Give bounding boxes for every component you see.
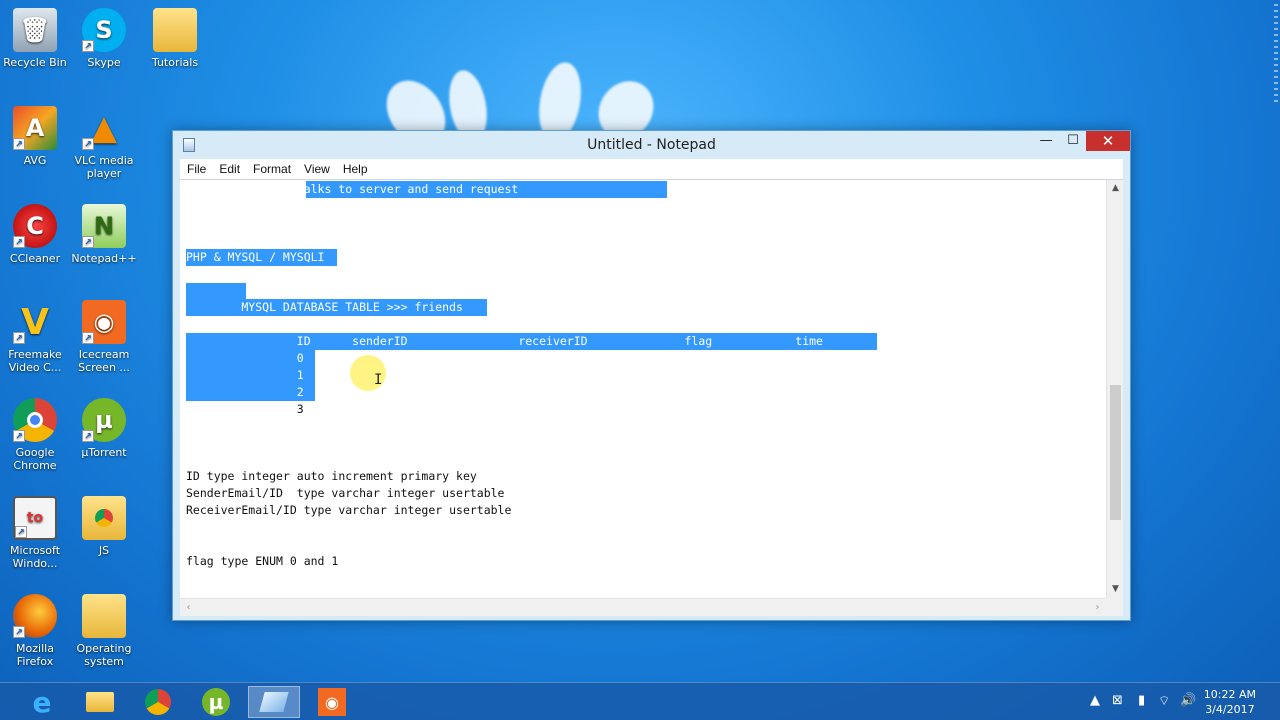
desktop-icon-label: Recycle Bin: [3, 56, 67, 69]
selection-highlight: [186, 283, 246, 300]
notepad-window[interactable]: Untitled - Notepad — ☐ ✕ File Edit Forma…: [172, 130, 1131, 621]
desktop-icon-operating-system[interactable]: Operating system: [69, 594, 139, 668]
desktop-icon-label: Tutorials: [151, 56, 199, 69]
battery-icon[interactable]: ▮: [1138, 693, 1145, 708]
system-clock[interactable]: 10:22 AM 3/4/2017: [1204, 687, 1256, 717]
notepadpp-icon: N ↗: [82, 204, 126, 248]
tray-overflow-icon[interactable]: ▲: [1090, 693, 1100, 708]
text-line: ID senderID receiverID flag time: [186, 334, 823, 348]
desktop-icon-label: Google Chrome: [13, 446, 57, 472]
taskbar: e µ ◉ ▲ ⊠ ▮ ⌔ 🔊 10:22 AM 3/4/2017: [0, 682, 1280, 720]
desktop-icon-label: VLC media player: [74, 154, 134, 180]
menu-edit[interactable]: Edit: [219, 162, 240, 176]
taskbar-icecream-icon[interactable]: ◉: [306, 686, 358, 718]
menu-format[interactable]: Format: [253, 162, 291, 176]
desktop-icon-freemake[interactable]: V ↗ Freemake Video C...: [0, 300, 70, 374]
text-line: ReceiverEmail/ID type varchar integer us…: [186, 503, 512, 517]
text-line: 3: [186, 402, 304, 416]
ccleaner-icon: C ↗: [13, 204, 57, 248]
desktop-icon-label: Mozilla Firefox: [16, 642, 54, 668]
text-line: 2: [186, 385, 304, 399]
desktop-icon-firefox[interactable]: ↗ Mozilla Firefox: [0, 594, 70, 668]
avg-icon: A ↗: [13, 106, 57, 150]
utorrent-icon: µ ↗: [82, 398, 126, 442]
menu-view[interactable]: View: [304, 162, 330, 176]
clock-date: 3/4/2017: [1205, 703, 1255, 716]
network-icon[interactable]: ⊠: [1112, 693, 1123, 708]
desktop-icon-tutorials[interactable]: Tutorials: [140, 8, 210, 69]
minimize-button[interactable]: —: [1032, 131, 1060, 151]
text-line: PHP & MYSQL / MYSQLI: [186, 250, 325, 264]
desktop-icon-label: Freemake Video C...: [8, 348, 62, 374]
freemake-icon: V ↗: [13, 300, 57, 344]
ibeam-cursor-icon: I: [374, 372, 383, 388]
text-editor[interactable]: talks to server and send request PHP & M…: [180, 179, 1123, 616]
text-area[interactable]: talks to server and send request PHP & M…: [180, 180, 1106, 598]
scroll-down-arrow-icon[interactable]: ▼: [1107, 581, 1124, 598]
taskbar-chrome-icon[interactable]: [132, 686, 184, 718]
taskbar-notepad-icon[interactable]: [248, 686, 300, 718]
scrollbar-thumb[interactable]: [1110, 385, 1121, 520]
skype-icon: S ↗: [82, 8, 126, 52]
desktop-icon-label: JS: [98, 544, 110, 557]
desktop-icon-ccleaner[interactable]: C ↗ CCleaner: [0, 204, 70, 265]
text-line: SenderEmail/ID type varchar integer user…: [186, 486, 505, 500]
desktop-icon-skype[interactable]: S ↗ Skype: [69, 8, 139, 69]
taskbar-utorrent-icon[interactable]: µ: [190, 686, 242, 718]
scrollbar-corner: [1106, 598, 1123, 616]
desktop-icon-avg[interactable]: A ↗ AVG: [0, 106, 70, 167]
desktop-icon-windows-movie[interactable]: to ↗ Microsoft Windo...: [0, 496, 70, 570]
chrome-icon: ↗: [13, 398, 57, 442]
desktop-icon-notepadpp[interactable]: N ↗ Notepad++: [69, 204, 139, 265]
scroll-up-arrow-icon[interactable]: ▲: [1107, 180, 1124, 197]
close-button[interactable]: ✕: [1086, 131, 1130, 151]
desktop-icon-label: AVG: [23, 154, 47, 167]
desktop-icon-vlc[interactable]: ▲ ↗ VLC media player: [69, 106, 139, 181]
desktop-icon-chrome[interactable]: ↗ Google Chrome: [0, 398, 70, 472]
text-line: talks to server and send request: [186, 182, 519, 196]
text-line: 1: [186, 368, 304, 382]
desktop-edge-grip: [1272, 0, 1280, 682]
wifi-icon[interactable]: ⌔: [1158, 693, 1170, 709]
desktop-icon-icecream[interactable]: ◉ ↗ Icecream Screen ...: [69, 300, 139, 374]
folder-chrome-icon: [82, 496, 126, 540]
text-line: ID type integer auto increment primary k…: [186, 469, 477, 483]
folder-icon: [82, 594, 126, 638]
text-line: flag type ENUM 0 and 1: [186, 554, 339, 568]
folder-icon: [153, 8, 197, 52]
desktop-icon-label: µTorrent: [81, 446, 127, 459]
vertical-scrollbar[interactable]: ▲ ▼: [1106, 180, 1123, 598]
clock-time: 10:22 AM: [1203, 688, 1256, 701]
menu-bar: File Edit Format View Help: [180, 159, 1123, 179]
desktop-icon-label: CCleaner: [9, 252, 61, 265]
desktop-icon-label: Notepad++: [71, 252, 137, 265]
taskbar-file-explorer-icon[interactable]: [74, 686, 126, 718]
desktop-icon-label: Skype: [87, 56, 121, 69]
desktop-icon-label: Icecream Screen ...: [78, 348, 130, 374]
vlc-icon: ▲ ↗: [82, 106, 126, 150]
desktop-icon-label: Operating system: [76, 642, 132, 668]
text-line: 0: [186, 351, 304, 365]
menu-help[interactable]: Help: [343, 162, 368, 176]
desktop-icon-utorrent[interactable]: µ ↗ µTorrent: [69, 398, 139, 459]
text-line: MYSQL DATABASE TABLE >>> friends: [186, 300, 463, 314]
recycle-bin-icon: 🗑: [13, 8, 57, 52]
maximize-button[interactable]: ☐: [1060, 131, 1086, 151]
volume-icon[interactable]: 🔊: [1180, 693, 1196, 708]
menu-file[interactable]: File: [187, 162, 206, 176]
scroll-right-arrow-icon[interactable]: ›: [1089, 599, 1106, 616]
desktop-icon-js[interactable]: JS: [69, 496, 139, 557]
desktop-icon-label: Microsoft Windo...: [9, 544, 61, 570]
scroll-left-arrow-icon[interactable]: ‹: [180, 599, 197, 616]
icecream-icon: ◉ ↗: [82, 300, 126, 344]
desktop-icon-recycle-bin[interactable]: 🗑 Recycle Bin: [0, 8, 70, 69]
firefox-icon: ↗: [13, 594, 57, 638]
windows-movie-icon: to ↗: [13, 496, 57, 540]
horizontal-scrollbar[interactable]: ‹ ›: [180, 598, 1106, 616]
taskbar-internet-explorer-icon[interactable]: e: [16, 686, 68, 719]
window-title: Untitled - Notepad: [587, 137, 716, 153]
title-bar[interactable]: Untitled - Notepad — ☐ ✕: [173, 131, 1130, 159]
